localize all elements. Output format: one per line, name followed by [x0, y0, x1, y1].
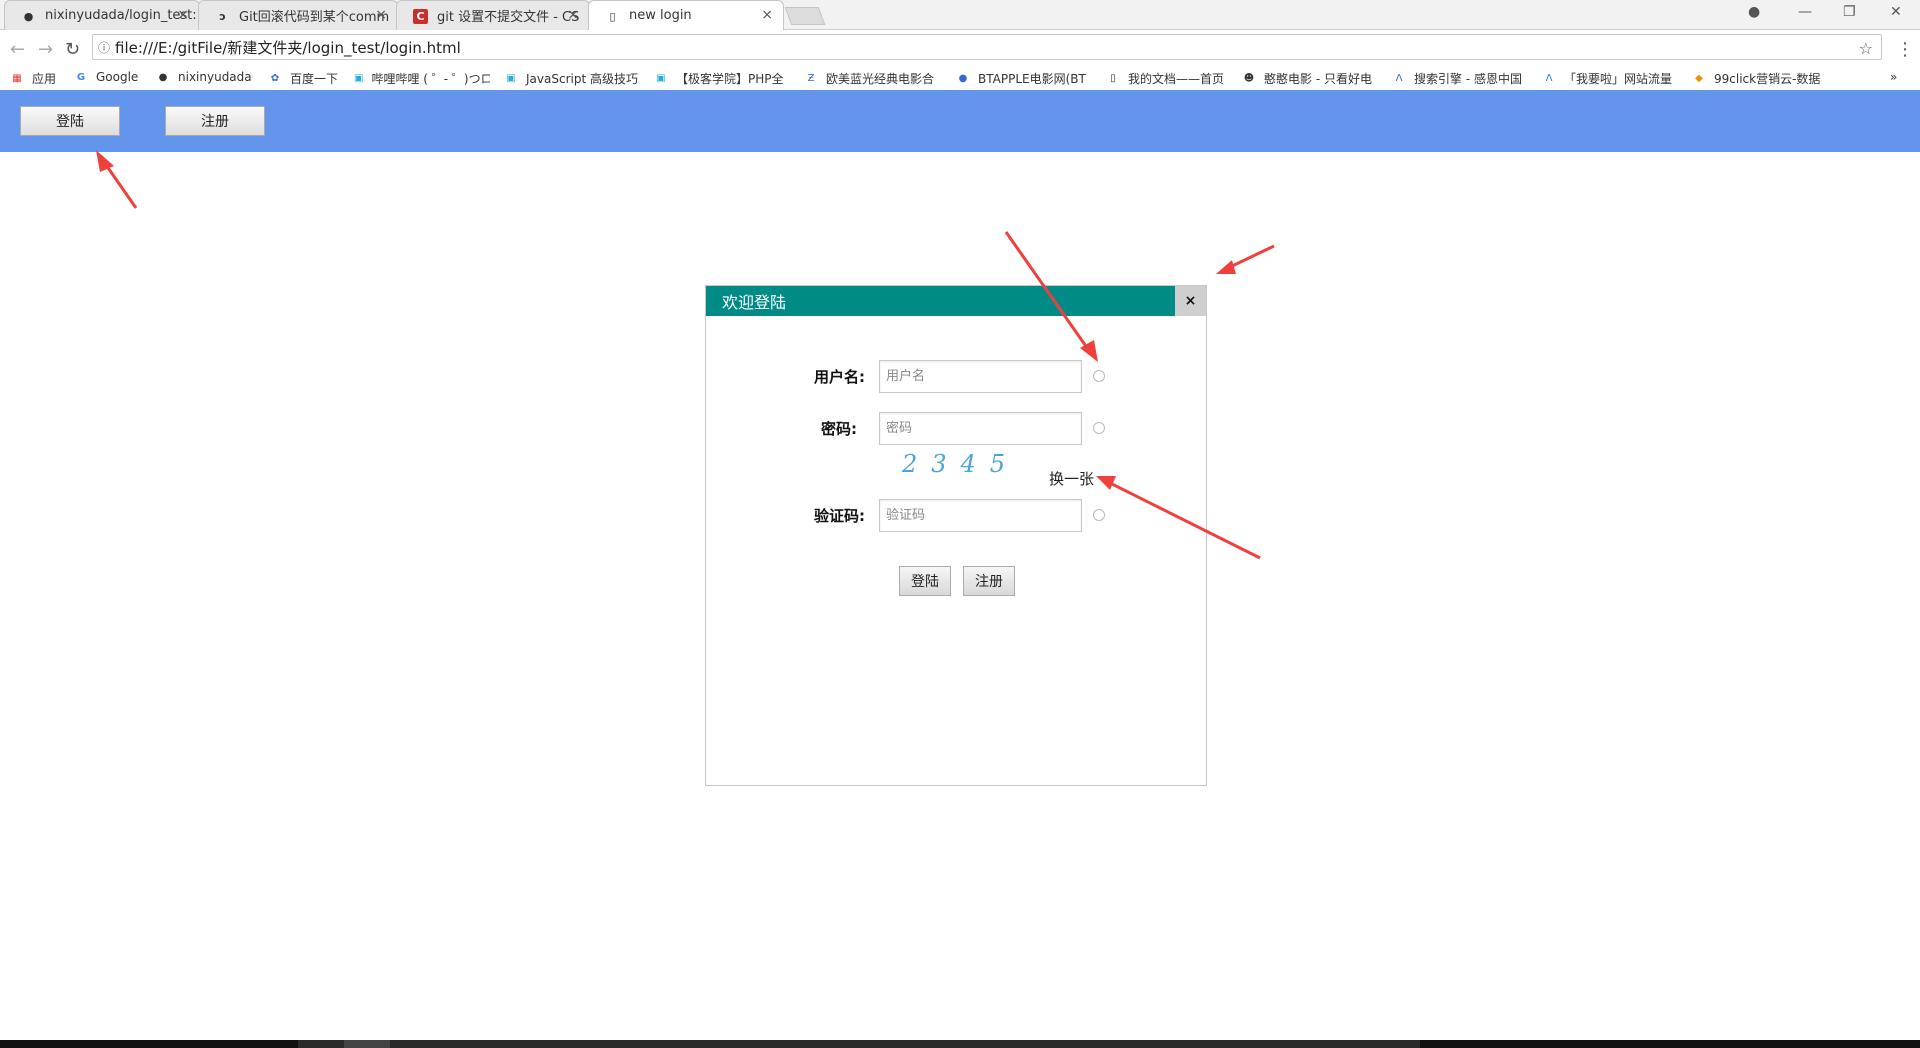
- browser-tab-strip: ● nixinyudada/login_test: × ↄ Git回滚代码到某个…: [0, 0, 1920, 30]
- bookmark-item[interactable]: Ƶ 欧美蓝光经典电影合: [804, 70, 940, 87]
- bookmark-item[interactable]: ▦ 应用: [10, 70, 66, 87]
- reload-icon[interactable]: ↻: [65, 39, 80, 60]
- arrow-to-header-login: [96, 150, 138, 209]
- password-status-icon: [1093, 422, 1105, 434]
- bookmark-label: 哔哩哔哩 ( ゜- ゜)つロ: [371, 72, 490, 86]
- header-login-button[interactable]: 登陆: [20, 106, 120, 136]
- password-label: 密码:: [821, 420, 857, 438]
- minimize-icon[interactable]: —: [1798, 4, 1812, 20]
- captcha-input[interactable]: [879, 499, 1082, 532]
- captcha-image: 2345: [902, 450, 1020, 478]
- more-bookmarks-icon[interactable]: »: [1890, 70, 1897, 84]
- bookmark-item[interactable]: G Google: [74, 70, 150, 84]
- login-dialog: 欢迎登陆 × 用户名: 密码: 2345 换一张 验证码: 登陆 注册: [705, 285, 1207, 786]
- close-icon[interactable]: ×: [567, 7, 579, 23]
- arrow-to-dialog-close: [1216, 244, 1275, 274]
- forward-icon[interactable]: →: [38, 39, 53, 60]
- tab-title: git 设置不提交文件 - CS: [437, 10, 580, 25]
- back-icon[interactable]: ←: [10, 39, 25, 60]
- tab-title: nixinyudada/login_test:: [45, 8, 197, 23]
- address-url[interactable]: file:///E:/gitFile/新建文件夹/login_test/logi…: [115, 37, 461, 58]
- bookmark-item[interactable]: ● nixinyudada: [156, 70, 256, 84]
- page-icon: ▯: [609, 10, 616, 23]
- apple-icon: ●: [958, 73, 968, 84]
- bookmark-label: BTAPPLE电影网(BT: [978, 72, 1086, 86]
- restore-icon[interactable]: ❐: [1843, 4, 1856, 20]
- bookmark-label: 百度一下: [290, 72, 339, 86]
- a-icon: Λ: [1395, 73, 1403, 84]
- captcha-status-icon: [1093, 509, 1105, 521]
- bookmark-item[interactable]: Λ 搜索引擎 - 感恩中国: [1392, 70, 1530, 87]
- git-icon: ↄ: [219, 10, 226, 23]
- bookmark-item[interactable]: ▣ 哔哩哔哩 ( ゜- ゜)つロ: [354, 70, 490, 87]
- taskbar-segment: [298, 1040, 1420, 1048]
- a-icon: Λ: [1545, 73, 1553, 84]
- github-icon: ●: [23, 10, 34, 23]
- bookmark-label: 憨憨电影 - 只看好电: [1264, 72, 1372, 86]
- window-close-icon[interactable]: ✕: [1890, 4, 1902, 20]
- dialog-close-button[interactable]: ×: [1175, 286, 1206, 316]
- bookmark-label: 应用: [32, 72, 57, 86]
- bookmark-label: 【极客学院】PHP全: [676, 72, 784, 86]
- password-input[interactable]: [879, 412, 1082, 445]
- bookmarks-bar: ▦ 应用 G Google ● nixinyudada ✿ 百度一下 ▣ 哔哩哔…: [0, 66, 1920, 90]
- bookmark-label: 99click营销云-数据: [1714, 72, 1821, 86]
- bookmark-item[interactable]: ☻ 憨憨电影 - 只看好电: [1242, 70, 1378, 87]
- apps-icon: ▦: [12, 73, 22, 84]
- bookmark-label: Google: [96, 70, 139, 84]
- browser-tab-csdn[interactable]: C git 设置不提交文件 - CS ×: [396, 0, 590, 30]
- browser-tab-new-login[interactable]: ▯ new login ×: [588, 0, 784, 30]
- bookmark-label: 欧美蓝光经典电影合: [826, 72, 935, 86]
- close-icon[interactable]: ×: [177, 7, 189, 23]
- bookmark-item[interactable]: Λ 「我要啦」网站流量: [1542, 70, 1676, 87]
- bookmark-label: 我的文档——首页: [1128, 72, 1225, 86]
- page-header: 登陆 注册: [0, 90, 1920, 152]
- bilibili-icon: ▣: [656, 73, 666, 84]
- login-button[interactable]: 登陆: [899, 566, 951, 596]
- browser-tab-github[interactable]: ● nixinyudada/login_test: ×: [4, 0, 200, 30]
- csdn-icon: C: [413, 9, 428, 24]
- baidu-icon: ✿: [270, 73, 280, 84]
- bookmark-label: 搜索引擎 - 感恩中国: [1414, 72, 1522, 86]
- bookmark-item[interactable]: ● BTAPPLE电影网(BT: [956, 70, 1090, 87]
- bookmark-label: 「我要啦」网站流量: [1564, 72, 1673, 86]
- refresh-captcha-link[interactable]: 换一张: [1049, 468, 1094, 489]
- captcha-label: 验证码:: [814, 507, 865, 525]
- bookmark-label: nixinyudada: [178, 70, 252, 84]
- dog-icon: ☻: [1243, 73, 1255, 84]
- taskbar-active-app[interactable]: [344, 1040, 390, 1048]
- register-button[interactable]: 注册: [963, 566, 1015, 596]
- bookmark-item[interactable]: ▯ 我的文档——首页: [1106, 70, 1230, 87]
- header-register-button[interactable]: 注册: [165, 106, 265, 136]
- doc-icon: ▯: [1110, 73, 1116, 84]
- close-icon[interactable]: ×: [761, 7, 773, 23]
- z-icon: Ƶ: [807, 73, 815, 84]
- profile-icon[interactable]: ●: [1748, 4, 1760, 20]
- username-input[interactable]: [879, 360, 1082, 393]
- bilibili-icon: ▣: [354, 73, 364, 84]
- tab-title: new login: [629, 8, 692, 23]
- bookmark-item[interactable]: ▣ JavaScript 高级技巧: [504, 70, 640, 87]
- bilibili-icon: ▣: [506, 73, 516, 84]
- os-taskbar: [0, 1040, 1920, 1048]
- github-icon: ●: [158, 71, 168, 83]
- bookmark-star-icon[interactable]: ☆: [1859, 39, 1873, 58]
- username-status-icon: [1093, 370, 1105, 382]
- new-tab-button[interactable]: [784, 7, 826, 25]
- username-label: 用户名:: [814, 368, 865, 386]
- address-bar[interactable]: ⓘ file:///E:/gitFile/新建文件夹/login_test/lo…: [92, 34, 1882, 60]
- click-icon: ◆: [1695, 73, 1703, 84]
- bookmark-label: JavaScript 高级技巧: [526, 72, 638, 86]
- info-icon[interactable]: ⓘ: [93, 34, 115, 60]
- bookmark-item[interactable]: ◆ 99click营销云-数据: [1692, 70, 1828, 87]
- browser-tab-git[interactable]: ↄ Git回滚代码到某个comm ×: [198, 0, 398, 30]
- menu-icon[interactable]: ⋮: [1896, 39, 1914, 60]
- bookmark-item[interactable]: ▣ 【极客学院】PHP全: [654, 70, 790, 87]
- bookmark-item[interactable]: ✿ 百度一下: [268, 70, 346, 87]
- google-icon: G: [76, 71, 86, 83]
- close-icon[interactable]: ×: [375, 7, 387, 23]
- tab-title: Git回滚代码到某个comm: [239, 10, 390, 25]
- dialog-title: 欢迎登陆: [706, 286, 1176, 316]
